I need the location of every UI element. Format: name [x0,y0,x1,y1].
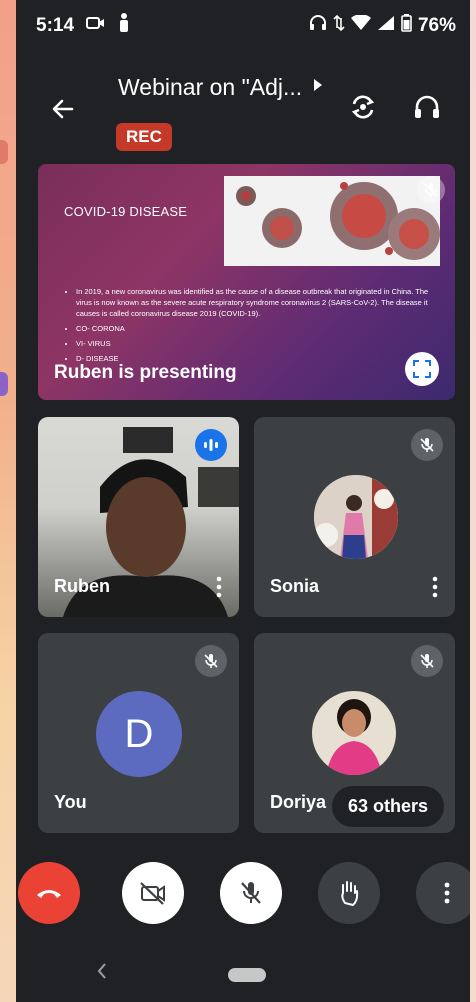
accessibility-person-icon [118,13,130,39]
participant-options-button[interactable] [425,575,445,599]
status-time: 5:14 [36,15,75,36]
mic-off-icon [420,654,434,668]
wallpaper-decoration [0,372,8,396]
participant-options-button[interactable] [209,575,229,599]
data-transfer-icon [333,14,345,38]
slide-title: COVID-19 DISEASE [64,204,188,219]
toggle-camera-button[interactable] [122,862,184,924]
battery-percentage: 76% [417,15,456,36]
end-call-button[interactable] [18,862,80,924]
mic-off-icon [424,183,438,197]
nav-home-pill[interactable] [228,968,266,982]
speaking-indicator [195,429,227,461]
wifi-icon [350,14,371,37]
wallpaper-decoration [0,140,8,164]
muted-indicator [411,645,443,677]
fullscreen-icon [413,360,431,378]
mic-off-icon [420,438,434,452]
meet-call-screen: 5:14 76% Webinar on "Adj... REC COVID-19… [16,0,470,1002]
fullscreen-button[interactable] [405,352,439,386]
muted-indicator [411,429,443,461]
headset-status-icon [309,14,327,38]
raise-hand-icon [341,881,359,907]
back-arrow-icon [52,99,74,119]
participant-name: You [54,792,87,812]
background-wallpaper-left [0,0,16,1002]
more-vert-icon [444,882,450,904]
avatar [314,475,398,559]
headphones-icon [415,95,439,118]
play-right-icon [312,78,324,97]
participant-name: Ruben [54,576,110,596]
slide-bullets: In 2019, a new coronavirus was identifie… [64,286,434,368]
toggle-mic-button[interactable] [220,862,282,924]
participant-tile-ruben[interactable]: Ruben [38,417,239,617]
slide-bullet: CO- CORONA [76,323,434,334]
more-vert-icon [216,576,222,598]
chevron-left-icon [97,963,106,979]
participant-name: Doriya [270,792,327,812]
audio-output-button[interactable] [410,90,444,124]
cell-signal-icon [377,15,395,37]
audio-level-icon [204,439,218,451]
slide-bullet: VI- VIRUS [76,338,434,349]
system-nav-bar [16,948,470,1002]
meeting-title: Webinar on "Adj... [118,74,303,100]
video-off-icon [140,882,165,905]
status-bar: 5:14 76% [36,12,456,40]
nav-back-button[interactable] [96,962,108,986]
mic-off-icon [204,654,218,668]
more-vert-icon [432,576,438,598]
switch-camera-button[interactable] [346,90,380,124]
presentation-tile[interactable]: COVID-19 DISEASE In 2019, a new coronavi… [38,164,455,400]
others-count-button[interactable]: 63 others [332,786,445,827]
participant-tile-sonia[interactable]: Sonia [254,417,455,617]
raise-hand-button[interactable] [318,862,380,924]
participant-name: Sonia [270,576,320,596]
participant-tile-you[interactable]: D You [38,633,239,833]
mic-off-icon [241,882,261,904]
back-button[interactable] [46,92,80,126]
background-wallpaper-right [470,0,476,1002]
virus-image [224,176,440,266]
battery-icon [401,14,412,38]
presentation-mute-indicator [417,176,445,204]
end-call-icon [37,890,61,898]
presenter-label: Ruben is presenting [54,362,237,383]
recording-badge: REC [116,123,172,151]
screen-record-icon [86,15,106,37]
switch-camera-icon [351,95,375,119]
avatar: D [96,691,182,777]
more-options-button[interactable] [416,862,470,924]
muted-indicator [195,645,227,677]
meeting-title-button[interactable]: Webinar on "Adj... [118,74,324,101]
avatar [312,691,396,775]
slide-bullet: In 2019, a new coronavirus was identifie… [76,286,434,319]
